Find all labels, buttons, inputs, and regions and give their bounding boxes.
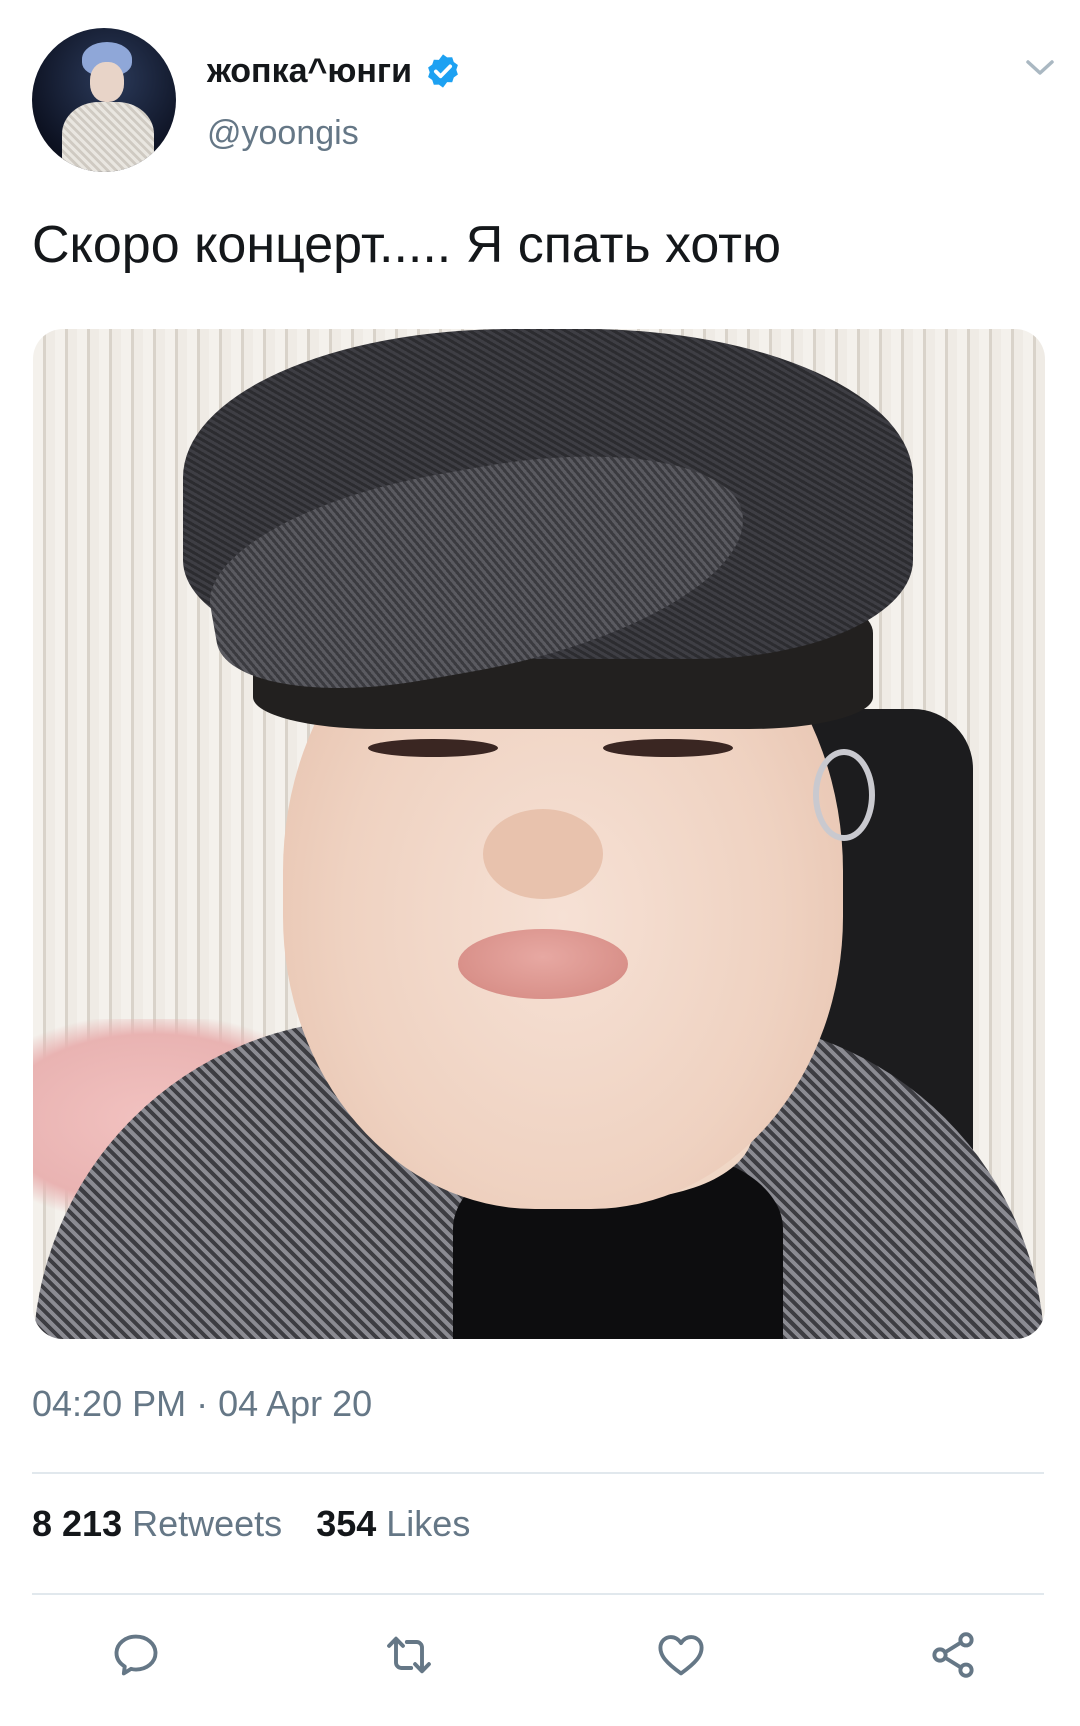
photo-eye-left: [368, 739, 498, 757]
likes-count: 354: [316, 1503, 377, 1544]
photo-earring: [813, 749, 875, 841]
tweet-photo[interactable]: [33, 329, 1045, 1339]
tweet-timestamp[interactable]: 04:20 PM · 04 Apr 20: [32, 1383, 372, 1425]
retweets-count: 8 213: [32, 1503, 123, 1544]
reply-button[interactable]: [106, 1625, 166, 1685]
tweet-card: жопка^юнги @yoongis Скоро концерт..... Я…: [0, 0, 1080, 1726]
like-button[interactable]: [651, 1625, 711, 1685]
likes-label: Likes: [386, 1503, 471, 1544]
photo-nose: [483, 809, 603, 899]
photo-lips: [458, 929, 628, 999]
retweet-button[interactable]: [379, 1625, 439, 1685]
avatar-face: [90, 62, 124, 102]
divider: [32, 1472, 1044, 1474]
author-row: жопка^юнги: [207, 46, 462, 96]
user-handle[interactable]: @yoongis: [207, 114, 359, 153]
share-icon: [932, 1632, 974, 1678]
likes-stat[interactable]: 354 Likes: [316, 1503, 470, 1545]
tweet-stats: 8 213 Retweets 354 Likes: [32, 1503, 470, 1545]
chevron-down-icon[interactable]: [1022, 56, 1058, 80]
retweet-icon: [387, 1636, 431, 1674]
reply-icon: [114, 1634, 158, 1676]
like-icon: [658, 1635, 704, 1676]
retweets-label: Retweets: [132, 1503, 283, 1544]
avatar-shirt: [62, 102, 154, 172]
avatar[interactable]: [32, 28, 176, 172]
divider: [32, 1593, 1044, 1595]
display-name[interactable]: жопка^юнги: [207, 52, 412, 91]
share-button[interactable]: [923, 1625, 983, 1685]
retweets-stat[interactable]: 8 213 Retweets: [32, 1503, 282, 1545]
action-bar: [0, 1625, 1080, 1695]
tweet-text: Скоро концерт..... Я спать хотю: [32, 216, 781, 274]
verified-badge-icon: [428, 54, 458, 88]
photo-eye-right: [603, 739, 733, 757]
